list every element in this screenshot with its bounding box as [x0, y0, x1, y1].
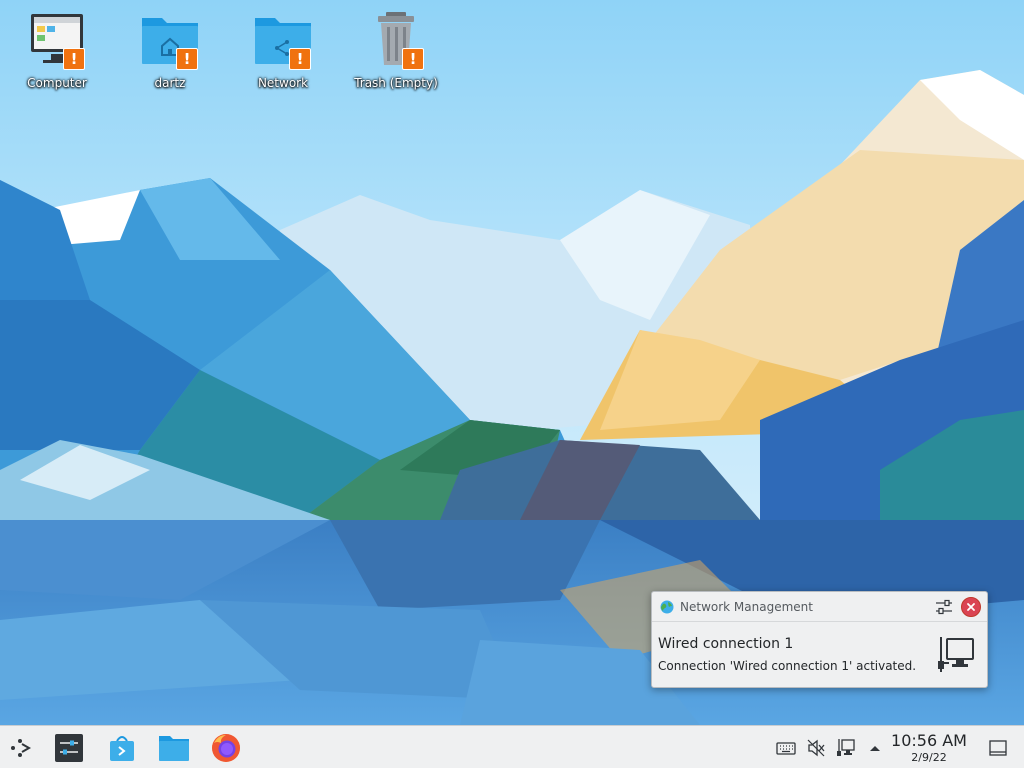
- volume-muted-icon[interactable]: [806, 738, 826, 758]
- network-wired-icon[interactable]: [836, 738, 856, 758]
- file-manager-folder-icon: [158, 734, 190, 762]
- desktop-icon-label: Network: [257, 76, 309, 90]
- desktop-icon-network[interactable]: ! Network: [233, 10, 333, 100]
- notification-app-name: Network Management: [680, 599, 813, 614]
- close-icon[interactable]: [961, 596, 981, 617]
- desktop-icon-label: dartz: [154, 76, 186, 90]
- application-launcher-button[interactable]: [4, 731, 38, 765]
- taskbar-discover[interactable]: [105, 731, 139, 765]
- desktop-icon-label: Computer: [27, 76, 87, 90]
- desktop-icon-home[interactable]: ! dartz: [120, 10, 220, 100]
- notification-body: Wired connection 1 Connection 'Wired con…: [652, 622, 987, 673]
- taskbar-firefox[interactable]: [209, 731, 243, 765]
- taskbar: 10:56 AM 2/9/22: [0, 725, 1024, 768]
- notification-title: Wired connection 1: [658, 636, 794, 652]
- desktop-icon-trash[interactable]: ! Trash (Empty): [346, 10, 446, 100]
- notification-header: Network Management: [652, 592, 987, 622]
- firefox-icon: [210, 732, 242, 764]
- application-launcher-icon: [9, 736, 33, 760]
- wired-network-icon: [937, 635, 977, 675]
- clock-time: 10:56 AM: [891, 731, 967, 750]
- discover-store-icon: [108, 733, 136, 763]
- settings-sliders-icon: [54, 733, 84, 763]
- notification-text: Connection 'Wired connection 1' activate…: [658, 659, 917, 673]
- warning-badge: !: [63, 48, 85, 70]
- digital-clock[interactable]: 10:56 AM 2/9/22: [886, 731, 972, 765]
- clock-date: 2/9/22: [911, 751, 947, 764]
- warning-badge: !: [402, 48, 424, 70]
- taskbar-dolphin[interactable]: [157, 731, 191, 765]
- warning-badge: !: [289, 48, 311, 70]
- show-desktop-icon[interactable]: [988, 738, 1008, 758]
- desktop-icon-computer[interactable]: ! Computer: [7, 10, 107, 100]
- warning-badge: !: [176, 48, 198, 70]
- keyboard-icon[interactable]: [776, 738, 796, 758]
- configure-icon[interactable]: [933, 596, 955, 618]
- desktop-icon-label: Trash (Empty): [354, 76, 438, 90]
- network-notification[interactable]: Network Management Wired connection 1 Co…: [651, 591, 988, 688]
- taskbar-system-settings[interactable]: [52, 731, 86, 765]
- expand-arrow-icon[interactable]: [865, 738, 885, 758]
- globe-icon: [660, 600, 674, 614]
